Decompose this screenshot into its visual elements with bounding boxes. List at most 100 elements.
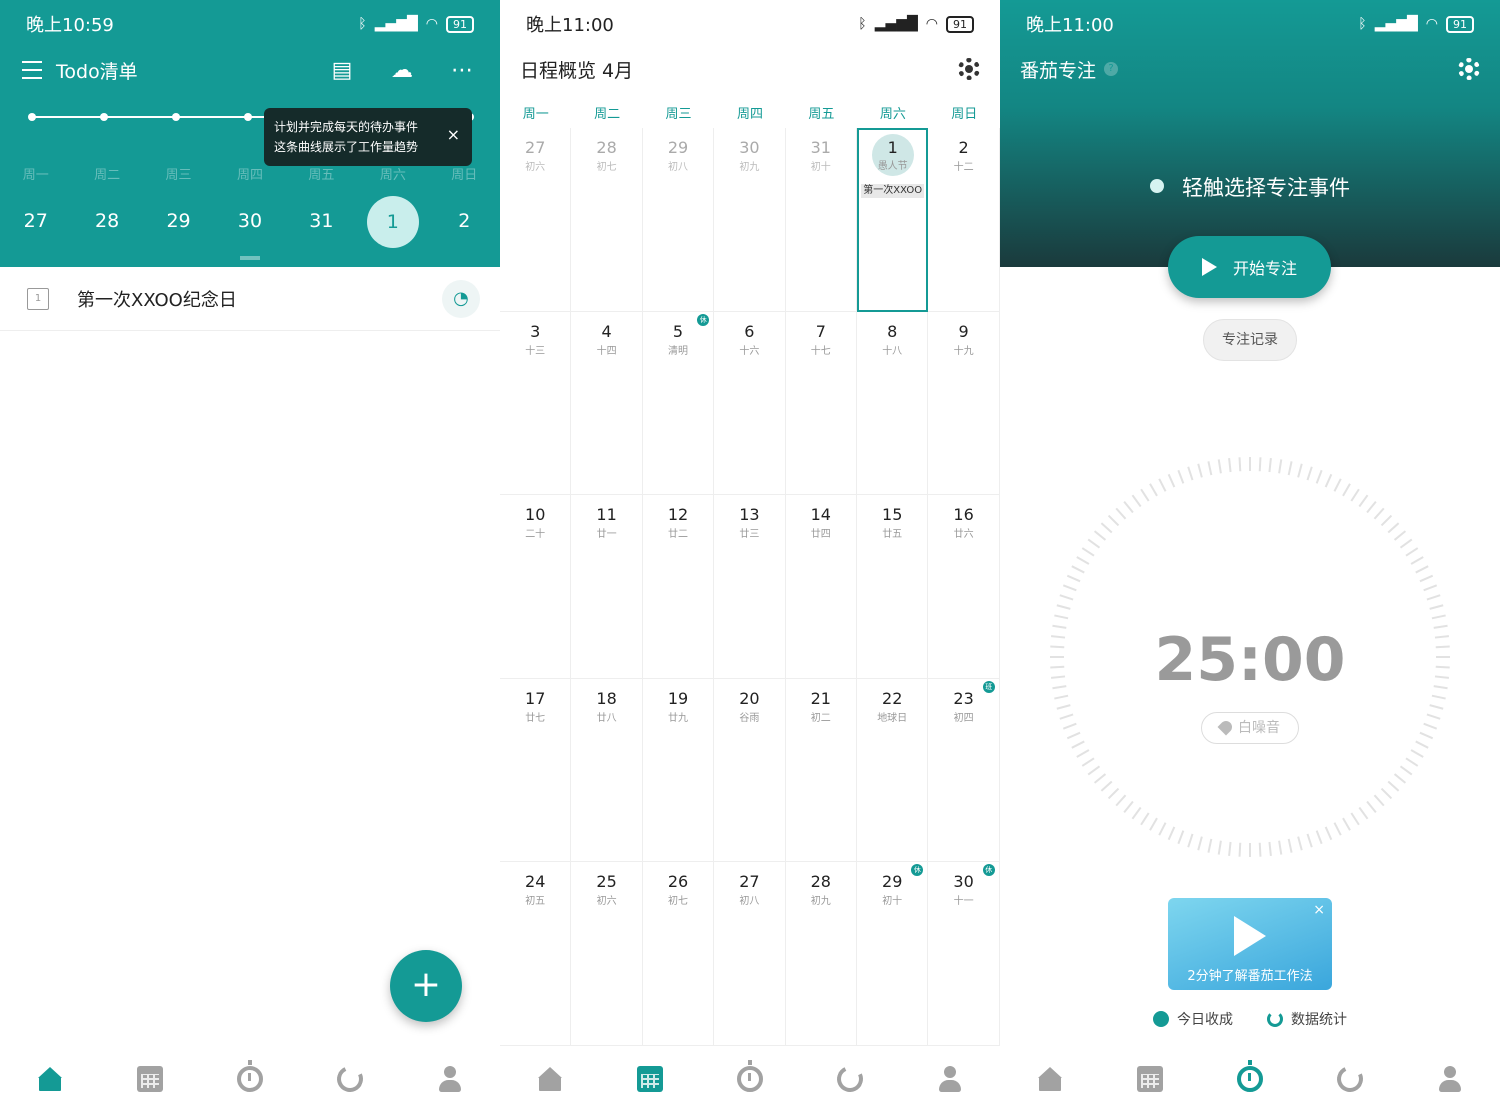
calendar-day[interactable]: 20 谷雨 xyxy=(714,678,786,863)
help-icon[interactable]: ? xyxy=(1104,62,1119,76)
nav-home[interactable] xyxy=(1000,1047,1100,1111)
menu-icon[interactable] xyxy=(22,61,42,79)
nav-home[interactable] xyxy=(500,1047,600,1111)
nav-timer[interactable] xyxy=(200,1047,300,1111)
nav-stats[interactable] xyxy=(800,1047,900,1111)
dial-tick xyxy=(1059,713,1074,720)
add-todo-button[interactable]: + xyxy=(390,950,462,1022)
settings-gear-icon[interactable] xyxy=(1458,58,1480,80)
inbox-icon[interactable]: ▤ xyxy=(326,54,358,86)
tooltip-close-button[interactable]: × xyxy=(447,125,460,145)
day-item-selected[interactable]: 1 xyxy=(357,196,428,248)
calendar-day[interactable]: 29 初十休 xyxy=(857,862,929,1046)
nav-profile[interactable] xyxy=(400,1047,500,1111)
day-item[interactable]: 30 xyxy=(214,196,285,246)
nav-profile[interactable] xyxy=(900,1047,1000,1111)
calendar-day[interactable]: 17 廿七 xyxy=(500,678,572,863)
calendar-day[interactable]: 23 初四班 xyxy=(928,678,1000,863)
nav-calendar[interactable] xyxy=(1100,1047,1200,1111)
drag-handle[interactable] xyxy=(240,256,260,260)
calendar-day[interactable]: 21 初二 xyxy=(785,678,857,863)
calendar-day[interactable]: 14 廿四 xyxy=(785,495,857,679)
day-item[interactable]: 27 xyxy=(0,196,71,246)
play-icon xyxy=(1234,916,1266,956)
calendar-day[interactable]: 28 初九 xyxy=(785,862,857,1046)
dial-tick xyxy=(1366,800,1377,814)
day-item[interactable]: 2 xyxy=(429,196,500,246)
calendar-day[interactable]: 24 初五 xyxy=(500,862,572,1046)
nav-profile[interactable] xyxy=(1400,1047,1500,1111)
dial-tick xyxy=(1081,757,1095,767)
calendar-day[interactable]: 15 廿五 xyxy=(857,495,929,679)
calendar-day[interactable]: 13 廿三 xyxy=(714,495,786,679)
nav-calendar[interactable] xyxy=(100,1047,200,1111)
nav-calendar[interactable] xyxy=(600,1047,700,1111)
calendar-day[interactable]: 30 初九 xyxy=(714,128,786,312)
calendar-day[interactable]: 27 初六 xyxy=(500,128,572,312)
choose-focus-event[interactable]: 轻触选择专注事件 xyxy=(1000,172,1500,202)
calendar-day[interactable]: 29 初八 xyxy=(642,128,715,312)
dial-tick xyxy=(1228,457,1232,473)
choose-label: 轻触选择专注事件 xyxy=(1182,176,1350,200)
calendar-day[interactable]: 7 十七 xyxy=(785,311,857,496)
calendar-day[interactable]: 4 十四 xyxy=(571,311,643,496)
calendar-day-today[interactable]: 1 愚人节 第一次XXOO xyxy=(857,128,929,312)
dial-tick xyxy=(1066,574,1081,583)
dial-tick xyxy=(1315,469,1323,484)
calendar-day[interactable]: 2 十二 xyxy=(928,128,1000,312)
settings-gear-icon[interactable] xyxy=(958,58,980,80)
calendar-day[interactable]: 3 十三 xyxy=(500,311,572,496)
dial-tick xyxy=(1158,478,1167,492)
day-item[interactable]: 31 xyxy=(286,196,357,246)
day-item[interactable]: 28 xyxy=(71,196,142,246)
calendar-day[interactable]: 26 初七 xyxy=(642,862,715,1046)
calendar-day[interactable]: 18 廿八 xyxy=(571,678,643,863)
calendar-day[interactable]: 19 廿九 xyxy=(642,678,715,863)
more-icon[interactable]: ⋯ xyxy=(446,54,478,86)
white-noise-button[interactable]: 白噪音 xyxy=(1201,712,1299,744)
calendar-day[interactable]: 9 十九 xyxy=(928,311,1000,496)
calendar-day[interactable]: 28 初七 xyxy=(571,128,643,312)
tutorial-video-card[interactable]: × 2分钟了解番茄工作法 xyxy=(1168,898,1332,990)
start-focus-button[interactable]: 开始专注 xyxy=(1168,236,1331,298)
dial-tick xyxy=(1228,841,1232,857)
calendar-day[interactable]: 27 初八 xyxy=(714,862,786,1046)
calendar-day[interactable]: 16 廿六 xyxy=(928,495,1000,679)
calendar-day[interactable]: 10 二十 xyxy=(500,495,572,679)
todo-item[interactable]: 1 第一次XXOO纪念日 ◔ xyxy=(0,267,500,331)
day-number: 21 xyxy=(810,688,831,708)
focus-records-button[interactable]: 专注记录 xyxy=(1203,319,1297,361)
day-number: 22 xyxy=(882,688,903,708)
nav-stats[interactable] xyxy=(1300,1047,1400,1111)
home-icon xyxy=(537,1066,563,1092)
nav-timer[interactable] xyxy=(700,1047,800,1111)
timer-icon[interactable]: ◔ xyxy=(442,279,480,318)
calendar-day[interactable]: 6 十六 xyxy=(714,311,786,496)
dial-tick xyxy=(1149,483,1158,497)
dial-tick xyxy=(1071,740,1085,749)
calendar-day[interactable]: 11 廿一 xyxy=(571,495,643,679)
calendar-day[interactable]: 12 廿二 xyxy=(642,495,715,679)
video-close-button[interactable]: × xyxy=(1313,902,1325,918)
dial-tick xyxy=(1076,749,1090,758)
day-item[interactable]: 29 xyxy=(143,196,214,246)
lunar-label: 清明 xyxy=(667,345,688,357)
calendar-day[interactable]: 31 初十 xyxy=(785,128,857,312)
nav-timer[interactable] xyxy=(1200,1047,1300,1111)
data-stats-link[interactable]: 数据统计 xyxy=(1267,1006,1347,1032)
calendar-day[interactable]: 30 十一休 xyxy=(928,862,1000,1046)
status-bar: 晚上10:59 ᛒ ▂▄▆█ ◠ 91 xyxy=(0,0,500,48)
dial-tick xyxy=(1238,457,1242,472)
event-chip[interactable]: 第一次XXOO xyxy=(861,184,925,198)
calendar-day[interactable]: 8 十八 xyxy=(857,311,929,496)
cloud-off-icon[interactable]: ☁ xyxy=(386,54,418,86)
lunar-label: 十七 xyxy=(810,345,831,357)
today-harvest-link[interactable]: 今日收成 xyxy=(1153,1006,1233,1032)
nav-stats[interactable] xyxy=(300,1047,400,1111)
nav-home[interactable] xyxy=(0,1047,100,1111)
calendar-day[interactable]: 25 初六 xyxy=(571,862,643,1046)
calendar-day[interactable]: 22 地球日 xyxy=(857,678,929,863)
calendar-toolbar: 日程概览 4月 xyxy=(520,50,980,88)
calendar-day[interactable]: 5 清明休 xyxy=(642,311,715,496)
todo-checkbox[interactable]: 1 xyxy=(27,287,49,310)
